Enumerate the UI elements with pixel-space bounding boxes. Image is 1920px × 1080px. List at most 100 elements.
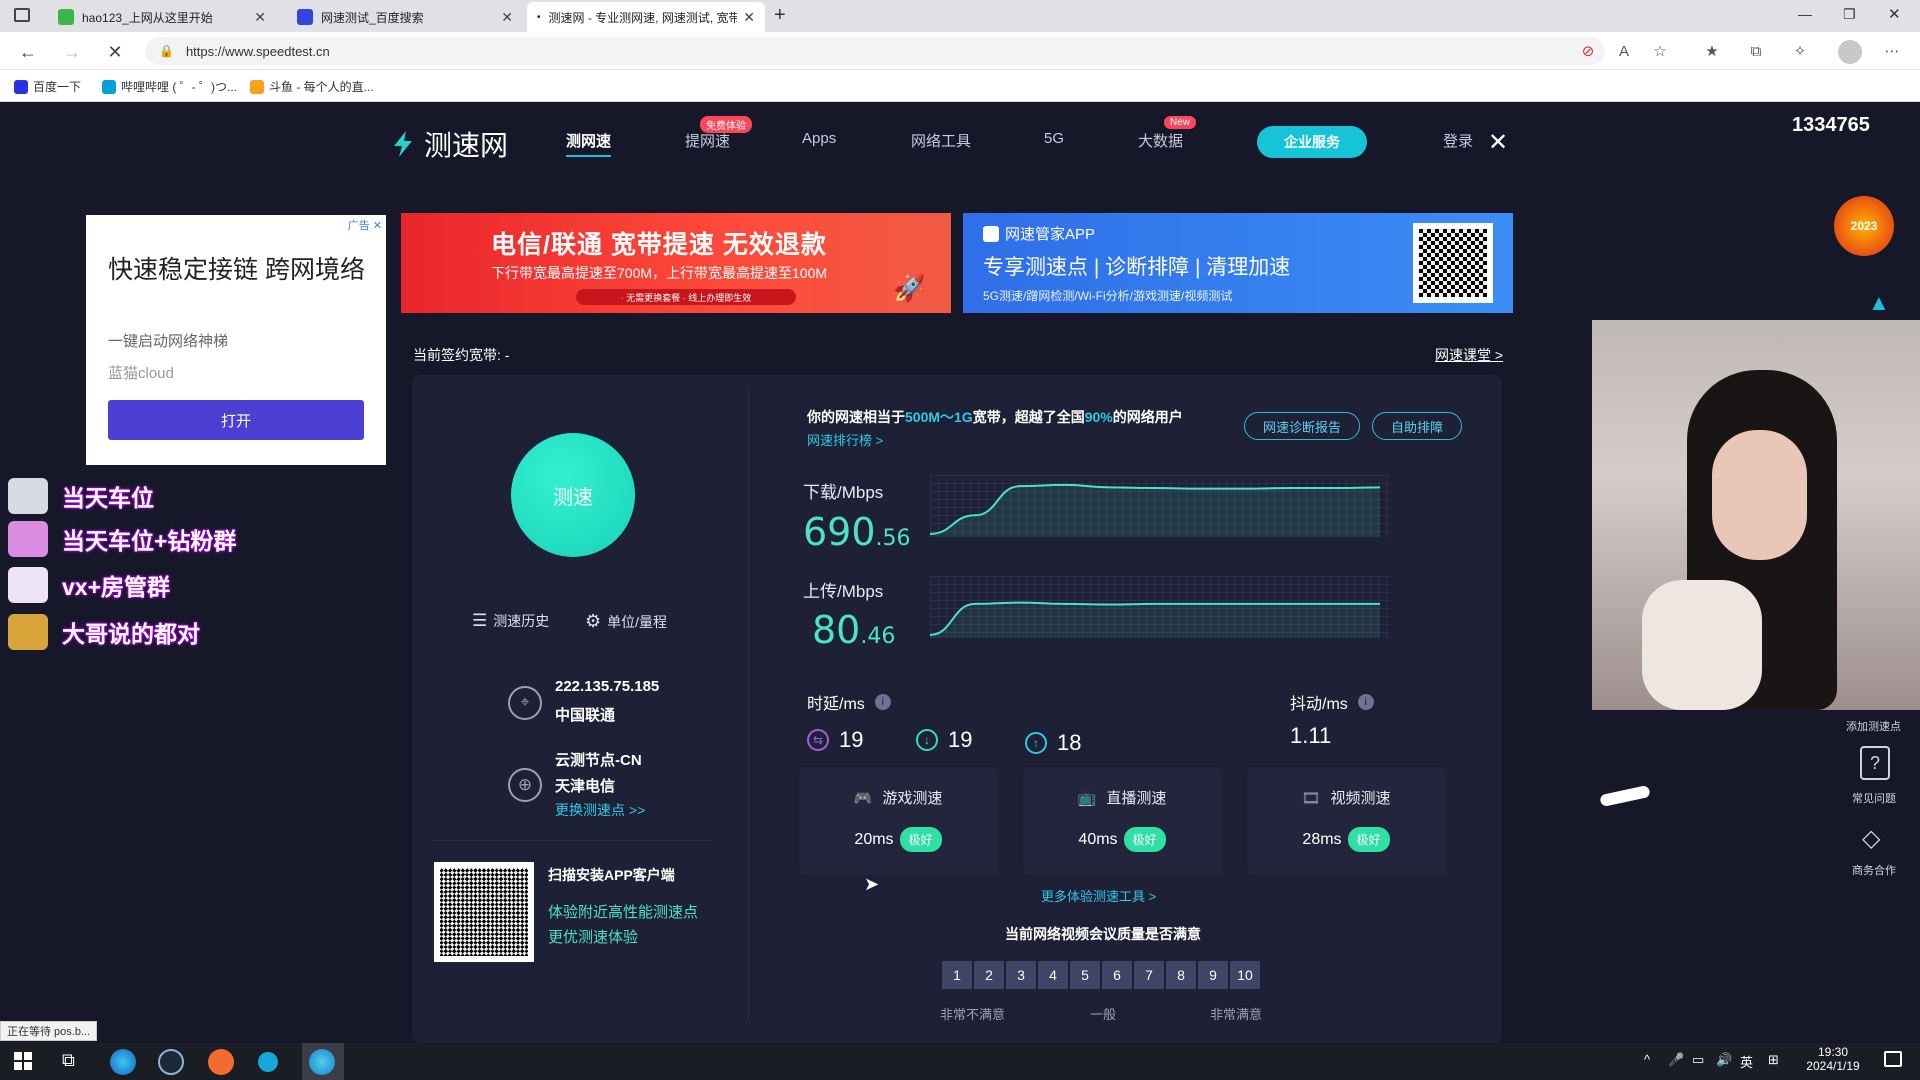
close-tab-icon[interactable]: ✕ [254,9,266,26]
rocket-side-icon[interactable]: ▲ [1868,290,1890,316]
rating-1[interactable]: 1 [942,961,972,989]
add-favorite-icon[interactable]: ☆ [1650,41,1670,61]
app-taskbar-icon[interactable] [208,1049,234,1075]
ad-app-title: 专享测速点 | 诊断排障 | 清理加速 [983,256,1291,279]
tab-hao123[interactable]: hao123_上网从这里开始 ✕ [48,2,276,32]
bookmark-douyu[interactable]: 斗鱼 - 每个人的直... [250,78,374,95]
stop-loading-icon[interactable]: ✕ [103,40,127,64]
new-tab-icon[interactable]: + [774,4,786,27]
tracking-blocked-icon[interactable]: ⊘ [1578,41,1598,61]
change-node-link[interactable]: 更换测速点 >> [555,800,645,820]
start-test-button[interactable]: 测速 [511,433,635,557]
summary-mid: 宽带，超越了全国 [972,409,1085,425]
history-link[interactable]: ☰ 测速历史 [472,611,549,631]
question-icon[interactable]: ? [1860,746,1890,780]
live-test-card[interactable]: 📺 直播测速 40ms 极好 [1023,767,1221,875]
favorites-icon[interactable]: ★ [1702,41,1722,61]
read-aloud-icon[interactable]: A [1614,41,1634,61]
self-troubleshoot-button[interactable]: 自助排障 [1372,412,1462,440]
ad-app-banner[interactable]: 网速管家APP 专享测速点 | 诊断排障 | 清理加速 5G测速/蹭网检测/Wi… [963,213,1513,313]
business-label[interactable]: 商务合作 [1852,862,1896,878]
loading-dot-icon: • [537,11,541,23]
add-test-point-label[interactable]: 添加测速点 [1846,718,1901,734]
microphone-icon[interactable]: 🎤 [1668,1052,1684,1068]
login-link[interactable]: 登录 [1443,130,1473,151]
rating-2[interactable]: 2 [974,961,1004,989]
edge-active-icon[interactable] [309,1049,335,1075]
network-icon[interactable]: ▭ [1692,1052,1704,1068]
minimize-icon[interactable]: — [1798,6,1812,22]
diagnosis-report-button[interactable]: 网速诊断报告 [1244,412,1360,440]
close-window-icon[interactable]: ✕ [1888,5,1901,23]
nav-apps[interactable]: Apps [802,130,836,147]
ad-left[interactable]: 广告 ✕ 快速稳定接链 跨网境络 一键启动网络神梯 蓝猫cloud 打开 [86,215,386,465]
nav-big-data[interactable]: 大数据 [1138,130,1183,151]
ad-broadband-banner[interactable]: 电信/联通 宽带提速 无效退款 下行带宽最高提速至700M，上行带宽最高提速至1… [401,213,951,313]
app2-taskbar-icon[interactable] [258,1052,278,1072]
info-icon[interactable]: i [1357,694,1374,710]
close-tab-icon[interactable]: ✕ [743,9,755,26]
profile-avatar[interactable] [1838,40,1862,64]
unit-range-link[interactable]: ⚙ 单位/量程 [585,611,667,632]
ad-app-name: 网速管家APP [1005,226,1096,243]
bunny-icon [8,567,48,603]
year-badge[interactable]: 2023 [1834,196,1894,256]
more-menu-icon[interactable]: ⋯ [1882,41,1902,61]
handshake-icon[interactable]: ◇ [1862,824,1880,853]
task-view-icon[interactable]: ⧉ [62,1050,75,1071]
restore-icon[interactable]: ❐ [1843,6,1856,23]
tab-speedtest[interactable]: • 测速网 - 专业测网速, 网速测试, 宽带... ✕ [527,2,765,32]
nav-5g[interactable]: 5G [1044,130,1064,147]
volume-icon[interactable]: 🔊 [1716,1052,1732,1068]
nav-speedtest[interactable]: 测网速 [566,130,612,157]
tab-actions-icon[interactable] [14,8,30,22]
nav-network-tools[interactable]: 网络工具 [911,130,971,151]
rating-8[interactable]: 8 [1166,961,1196,989]
forward-icon[interactable]: → [60,40,84,64]
bookmark-bilibili[interactable]: 哔哩哔哩 ( ゜- ゜)つ... [102,78,237,95]
latency-down: ↓ 19 [916,727,972,753]
keyboard-icon[interactable]: ⊞ [1768,1052,1779,1068]
extensions-icon[interactable]: ✧ [1790,41,1810,61]
rating-7[interactable]: 7 [1134,961,1164,989]
speed-rank-link[interactable]: 网速排行榜 > [807,430,883,449]
tray-expand-icon[interactable]: ^ [1644,1052,1650,1067]
rating-9[interactable]: 9 [1198,961,1228,989]
edge-taskbar-icon[interactable] [110,1049,136,1075]
speed-course-link[interactable]: 网速课堂 > [1435,345,1503,365]
stream-item: 大哥说的都对 [8,614,200,650]
ad-left-subtitle: 一键启动网络神梯 [108,333,229,350]
windows-start-icon[interactable] [14,1052,32,1070]
game-test-card[interactable]: 🎮 游戏测速 20ms 极好 [799,767,997,875]
url-field[interactable]: 🔒 https://www.speedtest.cn [145,37,1605,65]
faq-label[interactable]: 常见问题 [1852,790,1896,806]
ime-indicator[interactable]: 英 [1740,1052,1753,1071]
close-icon[interactable]: ✕ [1488,128,1508,157]
back-icon[interactable]: ← [16,40,40,64]
video-test-card[interactable]: 🎞 视频测速 28ms 极好 [1247,767,1445,875]
site-logo[interactable]: 测速网 [388,124,508,164]
stream-item: 当天车位+钻粉群 [8,521,236,557]
bookmark-baidu[interactable]: 百度一下 [14,78,81,95]
film-icon: 🎞 [1301,790,1321,807]
info-icon[interactable]: i [874,694,891,710]
ad-open-button[interactable]: 打开 [108,400,364,440]
tab-baidu[interactable]: 网速测试_百度搜索 ✕ [287,2,523,32]
enterprise-service-button[interactable]: 企业服务 [1257,126,1367,158]
clock[interactable]: 19:30 2024/1/19 [1798,1045,1868,1073]
game-test-grade: 极好 [899,827,942,852]
bookmark-label: 斗鱼 - 每个人的直... [269,80,374,94]
rating-6[interactable]: 6 [1102,961,1132,989]
rating-10[interactable]: 10 [1230,961,1260,989]
rating-4[interactable]: 4 [1038,961,1068,989]
nav-boost[interactable]: 提网速 [685,130,730,151]
more-tools-link[interactable]: 更多体验测速工具 > [1041,886,1156,905]
rating-5[interactable]: 5 [1070,961,1100,989]
speed-summary: 你的网速相当于500M～1G宽带，超越了全国90%的网络用户 [807,407,1183,427]
steam-icon[interactable] [158,1049,184,1075]
close-tab-icon[interactable]: ✕ [501,9,513,26]
notifications-icon[interactable] [1884,1051,1902,1067]
rating-3[interactable]: 3 [1006,961,1036,989]
collections-icon[interactable]: ⧉ [1746,41,1766,61]
survey-question: 当前网络视频会议质量是否满意 [1005,926,1201,942]
